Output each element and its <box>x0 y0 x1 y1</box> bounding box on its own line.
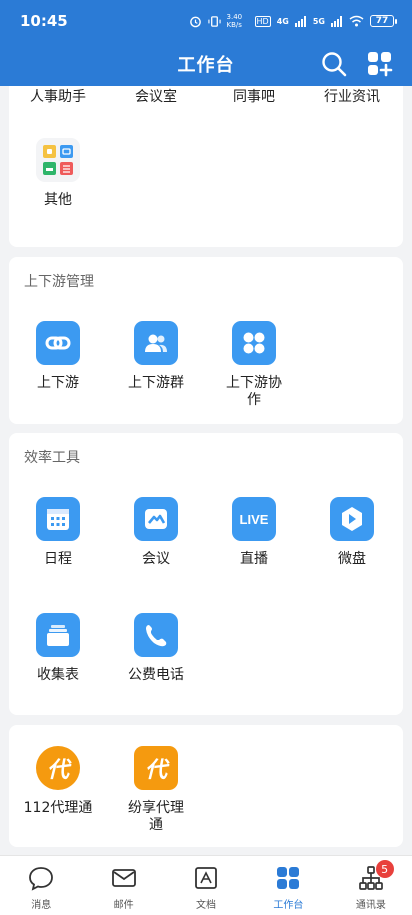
signal-icon-2 <box>331 15 342 27</box>
tab-label: 文档 <box>196 900 217 911</box>
app-fenxiang-agent[interactable]: 代 纷享代理 通 <box>107 746 205 834</box>
battery-icon: 77 <box>370 15 397 27</box>
tab-label: 消息 <box>31 900 52 911</box>
drive-icon <box>330 497 374 541</box>
meeting-icon <box>134 497 178 541</box>
app-112-agent[interactable]: 代 112代理通 <box>9 746 107 817</box>
vibrate-icon <box>207 15 221 27</box>
chat-bubble-icon <box>29 867 54 891</box>
app-schedule[interactable]: 日程 <box>9 497 107 568</box>
tab-label: 工作台 <box>273 900 304 911</box>
other-apps-icon <box>36 138 80 182</box>
link-icon <box>36 321 80 365</box>
app-hr-assistant[interactable]: 人事助手 <box>9 86 107 106</box>
phone-icon <box>134 613 178 657</box>
app-other[interactable]: 其他 <box>9 138 107 209</box>
agent-icon: 代 <box>134 746 178 790</box>
signal-icon <box>294 15 306 27</box>
app-label: 直播 <box>240 551 268 567</box>
status-icons: 3.40 KB/s HD 4G 5G 77 <box>189 13 397 29</box>
app-label: 微盘 <box>338 551 366 567</box>
app-manage-icon[interactable] <box>366 50 394 78</box>
nav-bar: 工作台 <box>0 42 412 86</box>
app-weipan[interactable]: 微盘 <box>303 497 401 568</box>
app-colleague-bar[interactable]: 同事吧 <box>205 86 303 106</box>
app-public-phone[interactable]: 公费电话 <box>107 613 205 684</box>
workbench-grid-icon <box>277 867 300 889</box>
efficiency-card: 效率工具 日程 会议 LIVE 直播 微盘 收集表 公费电话 <box>9 433 403 715</box>
document-icon <box>195 867 217 889</box>
unread-badge: 5 <box>375 860 394 878</box>
app-label: 112代理通 <box>23 800 93 816</box>
tab-contacts[interactable]: 通讯录 5 <box>330 856 412 915</box>
app-label: 公费电话 <box>128 667 184 683</box>
status-time: 10:45 <box>20 12 68 30</box>
app-meeting-room[interactable]: 会议室 <box>107 86 205 106</box>
net-speed: 3.40 KB/s <box>226 13 243 29</box>
section-title: 上下游管理 <box>24 274 94 290</box>
tab-label: 通讯录 <box>355 900 386 911</box>
bottom-tab-bar: 消息 邮件 文档 工作台 通讯录 5 <box>0 855 412 915</box>
app-label: 上下游协 作 <box>226 375 282 408</box>
net-5g: 5G <box>312 16 325 26</box>
live-icon: LIVE <box>232 497 276 541</box>
app-updown[interactable]: 上下游 <box>9 321 107 392</box>
agent-glyph: 代 <box>144 758 167 783</box>
calendar-icon <box>36 497 80 541</box>
alarm-icon <box>189 16 201 27</box>
app-label: 收集表 <box>37 667 79 683</box>
app-collect-form[interactable]: 收集表 <box>9 613 107 684</box>
status-bar: 10:45 3.40 KB/s HD 4G 5G 77 <box>0 0 412 42</box>
net-4g: 4G <box>276 16 289 26</box>
workbench-content[interactable]: 人事助手 会议室 同事吧 行业资讯 其他 上下游管理 上下游 上下游群 上下游协… <box>0 86 412 855</box>
updown-card: 上下游管理 上下游 上下游群 上下游协 作 <box>9 257 403 424</box>
app-industry-news[interactable]: 行业资讯 <box>303 86 401 106</box>
grid-icon <box>232 321 276 365</box>
app-live[interactable]: LIVE 直播 <box>205 497 303 568</box>
tab-label: 邮件 <box>113 900 134 911</box>
common-apps-card: 人事助手 会议室 同事吧 行业资讯 其他 <box>9 86 403 247</box>
agent-card: 代 112代理通 代 纷享代理 通 <box>9 725 403 847</box>
section-title: 效率工具 <box>24 450 80 466</box>
app-label: 纷享代理 通 <box>128 800 184 833</box>
hd-badge: HD <box>254 15 271 27</box>
page-title: 工作台 <box>177 55 235 76</box>
form-icon <box>36 613 80 657</box>
agent-icon: 代 <box>36 746 80 790</box>
app-label: 其他 <box>44 192 72 208</box>
top-bar: 10:45 3.40 KB/s HD 4G 5G 77 工作台 <box>0 0 412 86</box>
app-meeting[interactable]: 会议 <box>107 497 205 568</box>
app-updown-collab[interactable]: 上下游协 作 <box>205 321 303 409</box>
live-text: LIVE <box>239 511 269 527</box>
tab-mail[interactable]: 邮件 <box>82 856 164 915</box>
mail-icon <box>111 869 136 887</box>
tab-docs[interactable]: 文档 <box>165 856 247 915</box>
app-updown-group[interactable]: 上下游群 <box>107 321 205 392</box>
search-icon[interactable] <box>320 50 348 78</box>
app-label: 会议 <box>142 551 170 567</box>
app-label: 日程 <box>44 551 72 567</box>
app-label: 上下游群 <box>128 375 184 391</box>
agent-glyph: 代 <box>46 758 69 783</box>
tab-messages[interactable]: 消息 <box>0 856 82 915</box>
group-icon <box>134 321 178 365</box>
tab-workbench[interactable]: 工作台 <box>247 856 329 915</box>
app-label: 上下游 <box>37 375 79 391</box>
wifi-icon <box>349 15 364 27</box>
